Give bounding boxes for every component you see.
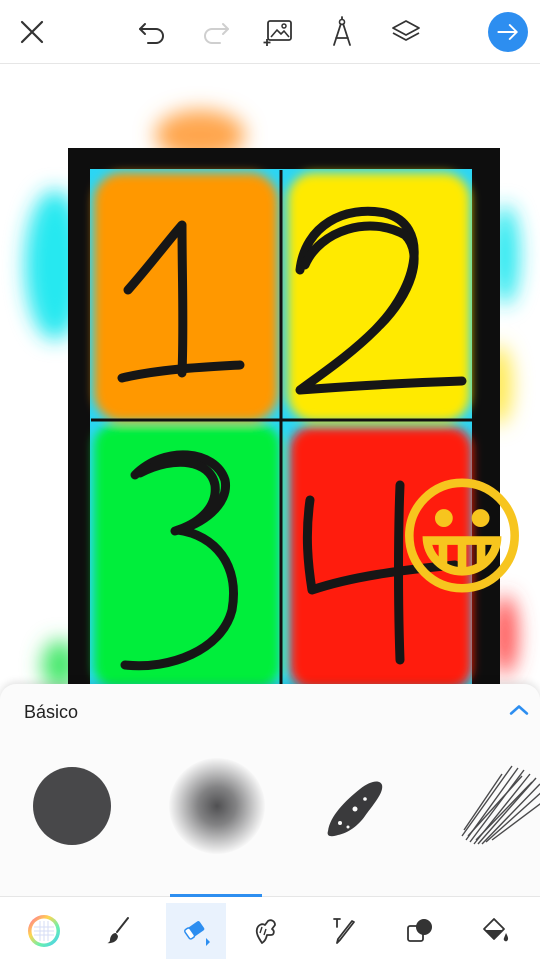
layer-blend-button[interactable] (390, 903, 450, 959)
fill-bucket-icon (483, 918, 509, 942)
close-icon (20, 20, 44, 44)
artwork: 😀 (25, 110, 530, 685)
text-icon (333, 918, 355, 944)
brush-tool-button[interactable] (88, 903, 148, 959)
next-button[interactable] (488, 12, 528, 52)
add-image-button[interactable] (258, 12, 298, 52)
layers-blend-icon (407, 919, 432, 942)
smudge-tool-button[interactable] (236, 903, 296, 959)
paint-app: 😀 Básico (0, 0, 540, 960)
eraser-tool-button[interactable] (166, 903, 226, 959)
brush-panel: Básico (0, 684, 540, 896)
bottom-toolbar (0, 894, 540, 960)
layers-icon (392, 20, 420, 41)
ruler-compass-icon (333, 16, 351, 46)
color-picker-button[interactable] (14, 903, 74, 959)
layers-button[interactable] (386, 12, 426, 52)
pencil-texture-brush[interactable] (452, 746, 540, 866)
solid-round-brush[interactable] (17, 746, 127, 866)
ink-splatter-brush[interactable] (300, 746, 410, 866)
add-image-icon (263, 20, 292, 46)
eraser-icon (184, 921, 210, 946)
undo-icon (139, 23, 164, 44)
redo-icon (204, 23, 229, 44)
ink-brush-preview (327, 781, 383, 837)
top-toolbar (0, 0, 540, 64)
ruler-button[interactable] (322, 12, 362, 52)
smudge-icon (255, 919, 276, 944)
brush-category-title: Básico (24, 702, 79, 722)
soft-brush-preview (169, 758, 265, 854)
solid-brush-preview (33, 767, 111, 845)
drawing-canvas[interactable]: 😀 (0, 65, 540, 685)
smiley-sticker[interactable]: 😀 (394, 462, 530, 614)
text-tool-button[interactable] (314, 903, 374, 959)
redo-button[interactable] (196, 12, 236, 52)
pencil-brush-preview (461, 765, 540, 845)
close-button[interactable] (12, 12, 52, 52)
active-tool-indicator (170, 894, 262, 897)
brush-icon (107, 917, 129, 944)
next-arrow-icon (497, 24, 518, 40)
collapse-panel-button[interactable] (504, 698, 534, 722)
chevron-up-icon (509, 705, 529, 715)
color-picker-icon (28, 915, 60, 947)
fill-bucket-button[interactable] (464, 903, 524, 959)
undo-button[interactable] (132, 12, 172, 52)
soft-airbrush[interactable] (162, 746, 272, 866)
brush-list (0, 734, 540, 894)
